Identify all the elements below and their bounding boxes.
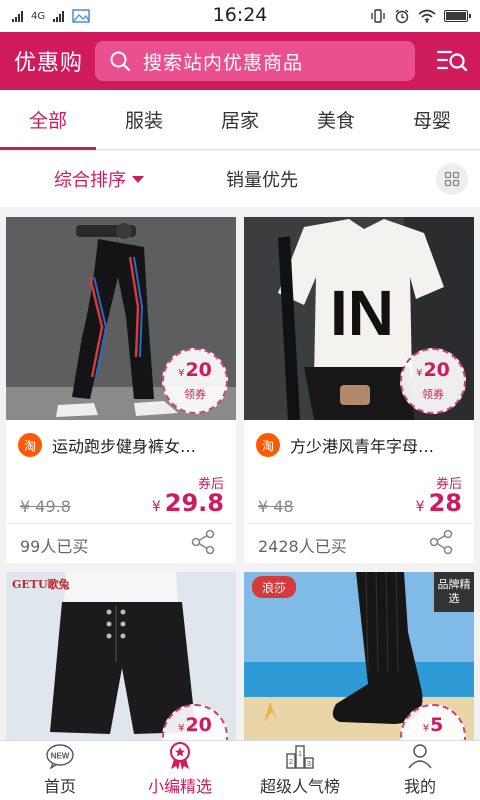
sold-count: 2428人已买 [258, 537, 347, 556]
coupon-currency: ¥ [178, 723, 185, 734]
tab-clothing[interactable]: 服装 [96, 90, 192, 149]
podium-icon: 213 [284, 741, 316, 771]
share-icon[interactable] [190, 529, 216, 555]
nav-home-label: 首页 [43, 777, 76, 796]
product-title[interactable]: 运动跑步健身裤女… [52, 433, 196, 457]
price-value: 28 [428, 489, 462, 517]
app-header: 优惠购 搜索站内优惠商品 [0, 32, 480, 90]
nav-popular-ranking[interactable]: 213 超级人气榜 [240, 741, 360, 800]
status-right [370, 8, 471, 24]
nav-editors-pick[interactable]: 小编精选 [120, 741, 240, 800]
sort-bar: 综合排序 销量优先 [0, 151, 480, 207]
network-type: 4G [31, 10, 46, 22]
product-title[interactable]: 方少港风青年字母… [290, 433, 434, 457]
category-tabs: 全部 服装 居家 美食 母婴 [0, 90, 480, 150]
coupon-amount: 20 [185, 359, 212, 381]
clock: 16:24 [212, 4, 268, 26]
tab-baby[interactable]: 母婴 [384, 90, 480, 149]
coupon-label: 领券 [422, 388, 444, 401]
search-icon [110, 51, 131, 72]
podium-second: 2 [289, 759, 293, 766]
tab-home[interactable]: 居家 [192, 90, 288, 149]
product-image-tshirt[interactable]: IN ¥20 领券 [244, 217, 474, 420]
price-currency: ¥ [415, 499, 425, 515]
podium-third: 3 [307, 761, 311, 768]
status-bar: 4G 16:24 [0, 0, 480, 32]
coupon-amount: 20 [185, 714, 212, 736]
coupon-badge[interactable]: ¥20 领券 [400, 348, 466, 414]
bottom-nav: NEW 首页 小编精选 213 超级人气榜 我的 [0, 740, 480, 800]
brand-select-badge: 品牌精选 [434, 572, 474, 612]
image-icon [72, 9, 90, 23]
nav-popular-ranking-label: 超级人气榜 [259, 777, 340, 796]
search-placeholder: 搜索站内优惠商品 [143, 51, 304, 74]
divider [6, 523, 236, 524]
award-icon [164, 741, 196, 771]
battery-icon [444, 10, 471, 22]
layout-toggle-button[interactable] [436, 163, 468, 195]
coupon-currency: ¥ [416, 368, 423, 379]
coupon-currency: ¥ [178, 368, 185, 379]
sort-sales-first[interactable]: 销量优先 [226, 166, 298, 192]
taobao-badge: 淘 [18, 433, 42, 457]
nav-mine-label: 我的 [403, 777, 436, 796]
alarm-icon [395, 9, 409, 24]
product-title-row: 淘 运动跑步健身裤女… [18, 433, 228, 457]
original-price: ¥ 49.8 [20, 497, 71, 516]
brand-logo-text: GETU歌兔 [12, 578, 70, 591]
coupon-amount: 20 [423, 359, 450, 381]
tab-all[interactable]: 全部 [0, 90, 96, 150]
product-card[interactable]: IN ¥20 领券 淘 方少港风青年字母… 券后 ¥ 48 ¥28 2428人已… [244, 217, 474, 563]
nav-home[interactable]: NEW 首页 [0, 741, 120, 800]
category-search-button[interactable] [434, 43, 470, 79]
final-price: ¥28 [416, 489, 462, 517]
price-currency: ¥ [151, 499, 161, 515]
price-value: 29.8 [164, 489, 224, 517]
coupon-currency: ¥ [422, 723, 430, 734]
divider [244, 523, 474, 524]
original-price: ¥ 48 [258, 497, 294, 516]
podium-first: 1 [298, 751, 302, 758]
taobao-badge: 淘 [256, 433, 280, 457]
sort-comprehensive-label: 综合排序 [54, 170, 126, 191]
status-left: 4G [12, 9, 90, 23]
nav-editors-pick-label: 小编精选 [147, 777, 212, 796]
final-price: ¥29.8 [152, 489, 224, 517]
app-brand: 优惠购 [14, 51, 84, 76]
wifi-icon [418, 9, 436, 23]
signal-icon [12, 10, 23, 22]
tab-food[interactable]: 美食 [288, 90, 384, 149]
share-icon[interactable] [428, 529, 454, 555]
product-card[interactable]: ¥20 领券 淘 运动跑步健身裤女… 券后 ¥ 49.8 ¥29.8 99人已买 [6, 217, 236, 563]
nav-mine[interactable]: 我的 [360, 741, 480, 800]
product-card[interactable]: 浪莎 品牌精选 ¥5 [244, 572, 474, 742]
coupon-badge[interactable]: ¥20 领券 [162, 348, 228, 414]
list-search-icon [436, 50, 468, 72]
product-image-shorts[interactable]: GETU歌兔 ¥20 [6, 572, 236, 742]
caret-down-icon [132, 175, 144, 183]
product-image-leggings[interactable]: ¥20 领券 [6, 217, 236, 420]
coupon-label: 领券 [184, 388, 206, 401]
search-bar[interactable]: 搜索站内优惠商品 [95, 41, 416, 81]
grid-icon [444, 171, 460, 187]
coupon-amount: 5 [430, 714, 444, 736]
new-icon-text: NEW [51, 752, 70, 761]
user-icon [404, 741, 436, 771]
product-card[interactable]: GETU歌兔 ¥20 [6, 572, 236, 742]
new-icon: NEW [44, 741, 76, 771]
sort-comprehensive[interactable]: 综合排序 [54, 166, 144, 192]
shirt-print: IN [330, 277, 394, 349]
product-image-socks[interactable]: 浪莎 品牌精选 ¥5 [244, 572, 474, 742]
vibrate-icon [371, 9, 385, 23]
brand-logo-text: 浪莎 [252, 576, 296, 598]
signal-icon-2 [53, 10, 65, 22]
sold-count: 99人已买 [20, 537, 89, 556]
product-title-row: 淘 方少港风青年字母… [256, 433, 466, 457]
